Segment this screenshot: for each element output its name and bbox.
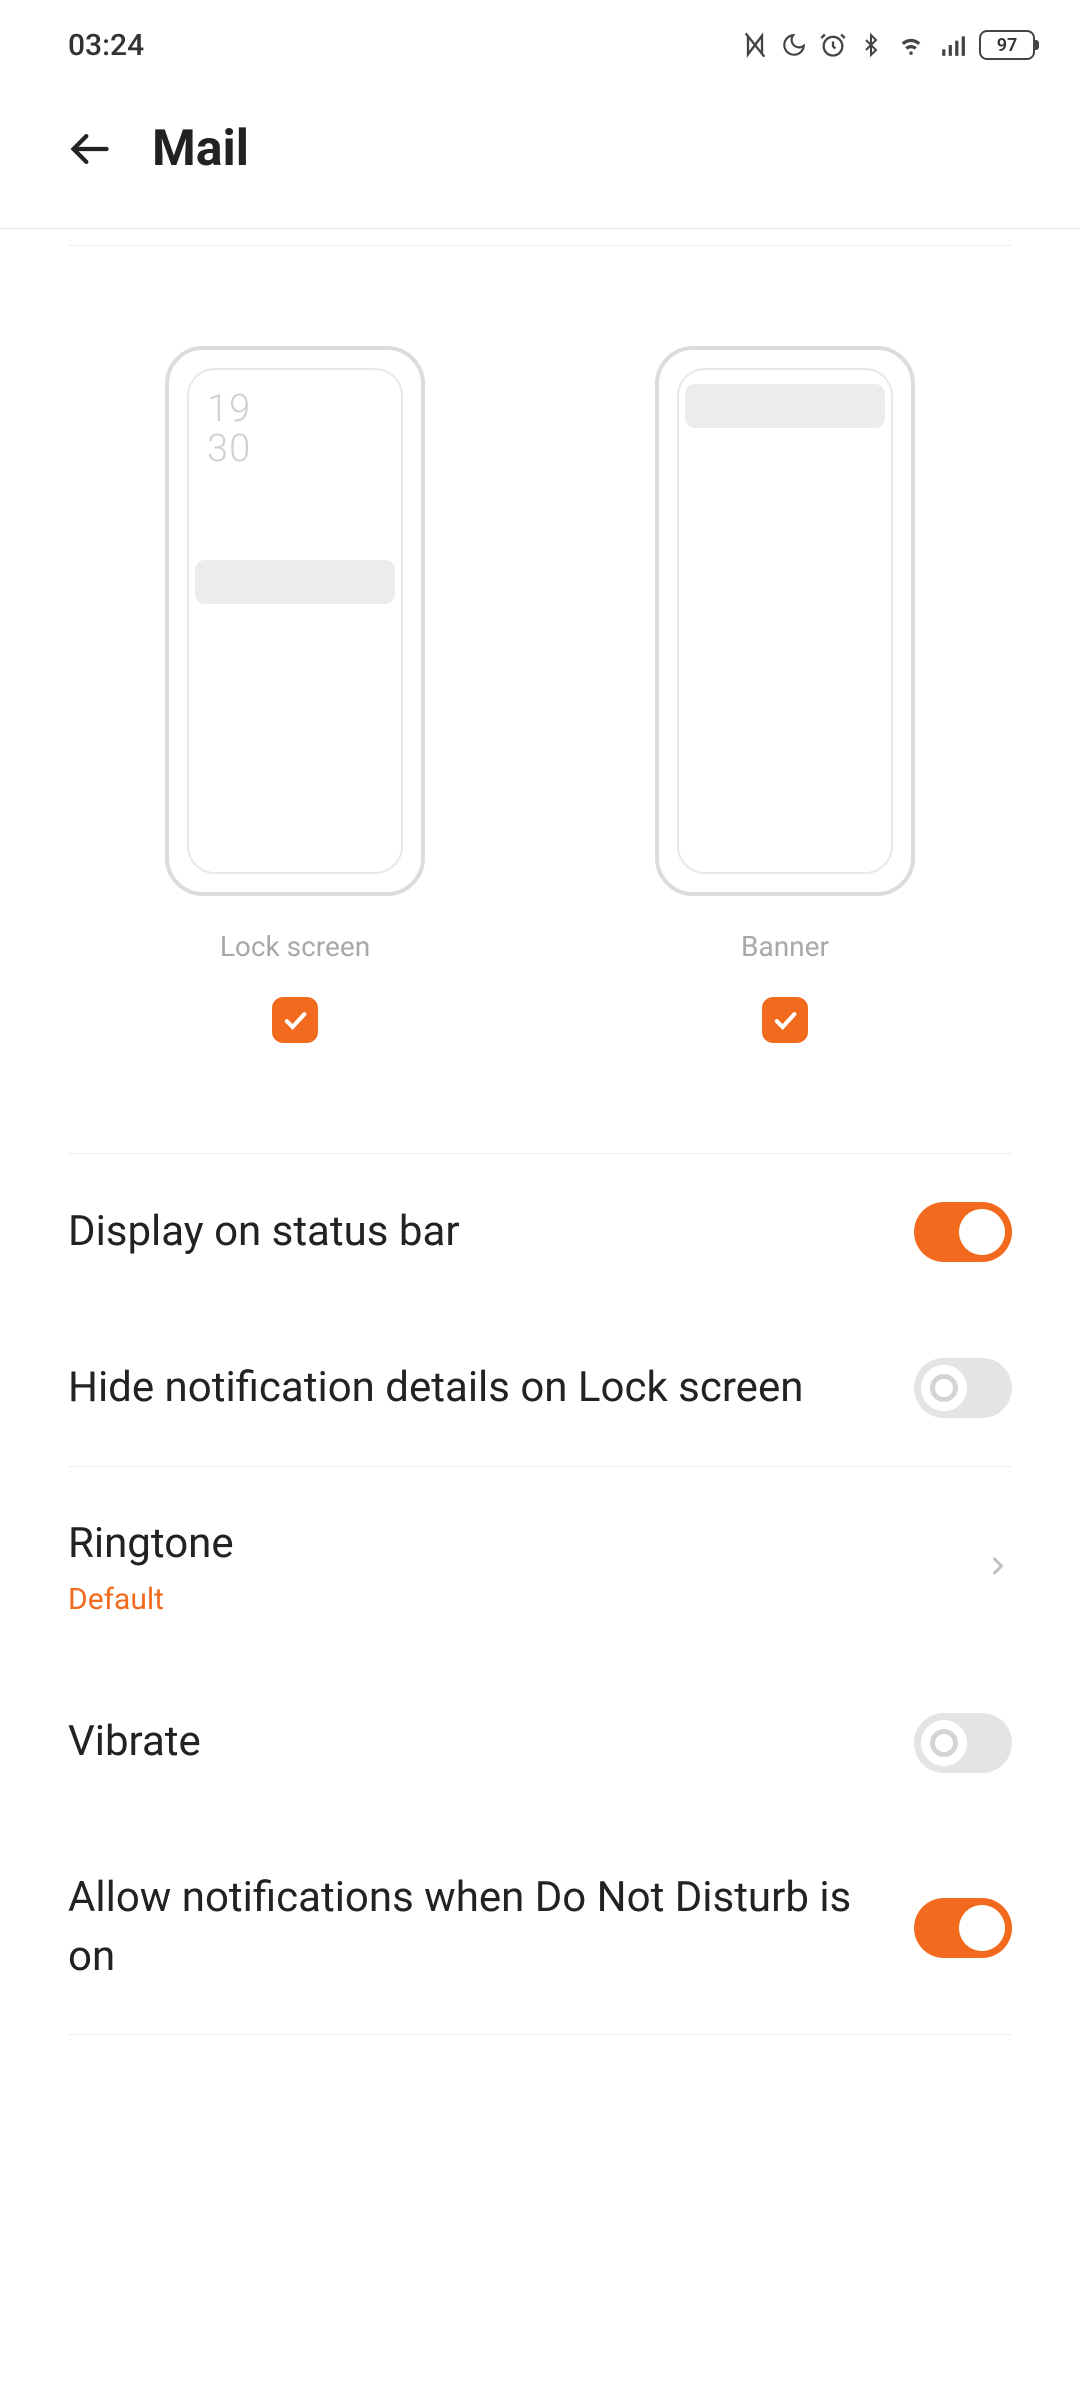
alarm-icon	[819, 31, 847, 59]
page-title: Mail	[152, 120, 249, 178]
display-status-bar-label: Display on status bar	[68, 1203, 874, 1262]
header: Mail	[0, 90, 1080, 229]
ringtone-label: Ringtone	[68, 1515, 944, 1574]
status-time: 03:24	[68, 28, 144, 63]
lock-screen-preview[interactable]: 19 30 Lock screen	[165, 346, 425, 1043]
ringtone-value: Default	[68, 1582, 944, 1617]
banner-checkbox[interactable]	[762, 997, 808, 1043]
signal-icon	[939, 32, 967, 58]
moon-icon	[781, 32, 807, 58]
display-status-bar-row[interactable]: Display on status bar	[68, 1154, 1012, 1310]
vibrate-toggle[interactable]	[914, 1713, 1012, 1773]
status-icons: 97	[741, 30, 1035, 60]
lock-screen-phone-mockup: 19 30	[165, 346, 425, 896]
vibrate-label: Vibrate	[68, 1713, 874, 1772]
banner-phone-mockup	[655, 346, 915, 896]
check-icon	[771, 1006, 799, 1034]
display-status-bar-toggle[interactable]	[914, 1202, 1012, 1262]
notification-style-preview: 19 30 Lock screen Banner	[68, 245, 1012, 1103]
divider	[68, 2034, 1012, 2035]
lock-screen-label: Lock screen	[220, 930, 370, 963]
chevron-right-icon	[984, 1546, 1012, 1586]
allow-dnd-row[interactable]: Allow notifications when Do Not Disturb …	[68, 1821, 1012, 2035]
vibrate-row[interactable]: Vibrate	[68, 1665, 1012, 1821]
allow-dnd-toggle[interactable]	[914, 1898, 1012, 1958]
nfc-icon	[741, 31, 769, 59]
back-icon[interactable]	[68, 127, 112, 171]
hide-details-label: Hide notification details on Lock screen	[68, 1359, 874, 1418]
notification-placeholder	[195, 560, 395, 604]
notification-placeholder	[685, 384, 885, 428]
battery-icon: 97	[979, 30, 1035, 60]
bluetooth-icon	[859, 31, 883, 59]
banner-label: Banner	[741, 930, 829, 963]
lock-screen-checkbox[interactable]	[272, 997, 318, 1043]
banner-preview[interactable]: Banner	[655, 346, 915, 1043]
allow-dnd-label: Allow notifications when Do Not Disturb …	[68, 1869, 874, 1987]
status-bar: 03:24 97	[0, 0, 1080, 90]
lock-time: 19 30	[207, 390, 383, 470]
hide-details-toggle[interactable]	[914, 1358, 1012, 1418]
check-icon	[281, 1006, 309, 1034]
wifi-icon	[895, 31, 927, 59]
hide-details-row[interactable]: Hide notification details on Lock screen	[68, 1310, 1012, 1466]
ringtone-row[interactable]: Ringtone Default	[68, 1467, 1012, 1665]
